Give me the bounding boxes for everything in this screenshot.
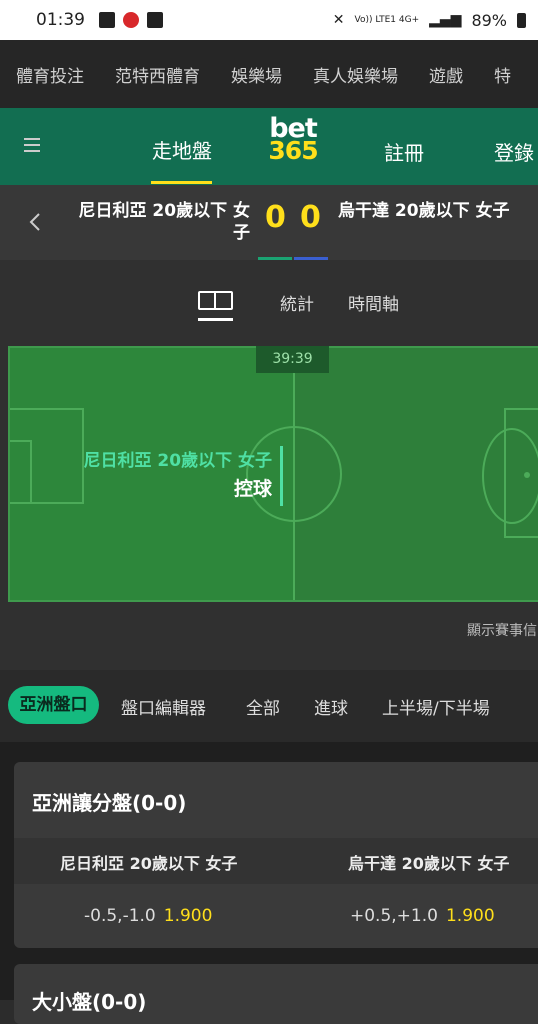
nav-item-games[interactable]: 遊戲 bbox=[429, 62, 463, 87]
home-score: 0 bbox=[265, 200, 286, 235]
home-column-label: 尼日利亞 20歲以下 女子 bbox=[60, 854, 238, 873]
nav-item-sports[interactable]: 體育投注 bbox=[16, 62, 84, 87]
possession-label: 控球 bbox=[233, 478, 272, 500]
tab-timeline[interactable]: 時間軸 bbox=[348, 290, 399, 315]
signal-icon: ▂▄▆ bbox=[429, 12, 462, 28]
tab-stats[interactable]: 統計 bbox=[280, 290, 314, 315]
status-time: 01:39 bbox=[36, 10, 85, 30]
away-handicap-line: +0.5,+1.0 bbox=[350, 906, 438, 926]
pitch-goal-box-left bbox=[10, 440, 32, 504]
away-odds-button[interactable]: +0.5,+1.0 1.900 bbox=[350, 906, 495, 926]
app-notification-icon bbox=[123, 12, 139, 28]
nav-item-fantasy[interactable]: 范特西體育 bbox=[115, 62, 200, 87]
market-tab-goals[interactable]: 進球 bbox=[314, 694, 348, 719]
pitch-penalty-box-right bbox=[504, 408, 538, 538]
football-pitch bbox=[8, 346, 538, 602]
battery-icon bbox=[517, 12, 526, 28]
home-odds-value: 1.900 bbox=[163, 906, 213, 926]
hamburger-menu-icon[interactable] bbox=[24, 138, 40, 152]
back-chevron-icon[interactable] bbox=[28, 212, 42, 232]
asian-handicap-title[interactable]: 亞洲讓分盤(0-0) bbox=[32, 787, 186, 816]
top-navigation: 體育投注 范特西體育 娛樂場 真人娛樂場 遊戲 特 bbox=[0, 40, 538, 108]
nav-live-betting[interactable]: 走地盤 bbox=[152, 135, 212, 164]
logo-text-bottom: 365 bbox=[268, 136, 318, 165]
bet365-logo[interactable]: bet 365 bbox=[262, 115, 324, 165]
login-button[interactable]: 登錄 bbox=[494, 137, 534, 166]
nav-item-live-casino[interactable]: 真人娛樂場 bbox=[313, 62, 398, 87]
market-tab-all[interactable]: 全部 bbox=[246, 694, 280, 719]
market-tab-editor[interactable]: 盤口編輯器 bbox=[121, 694, 206, 719]
active-nav-indicator bbox=[151, 181, 212, 184]
network-indicator: Vo)) LTE1 4G+ bbox=[354, 15, 420, 25]
home-team-name: 尼日利亞 20歲以下 女子 bbox=[78, 201, 251, 243]
show-events-link[interactable]: 顯示賽事信 bbox=[467, 620, 537, 640]
match-timer: 39:39 bbox=[256, 346, 329, 373]
away-team-name: 烏干達 20歲以下 女子 bbox=[338, 201, 510, 221]
battery-text: 89% bbox=[471, 10, 507, 30]
possession-team: 尼日利亞 20歲以下 女子 bbox=[83, 451, 273, 471]
market-tab-asian[interactable]: 亞洲盤口 bbox=[8, 686, 99, 724]
gallery-icon bbox=[99, 12, 115, 28]
away-column-label: 烏干達 20歲以下 女子 bbox=[348, 854, 510, 873]
status-bar: 01:39 ✕ Vo)) LTE1 4G+ ▂▄▆ 89% bbox=[0, 0, 538, 40]
market-tab-halves[interactable]: 上半場/下半場 bbox=[382, 694, 490, 719]
home-odds-button[interactable]: -0.5,-1.0 1.900 bbox=[84, 906, 212, 926]
register-button[interactable]: 註冊 bbox=[384, 137, 424, 166]
pitch-penalty-spot-right bbox=[524, 472, 530, 478]
over-under-title[interactable]: 大小盤(0-0) bbox=[32, 986, 146, 1015]
nav-item-more[interactable]: 特 bbox=[494, 62, 511, 87]
possession-indicator bbox=[280, 446, 283, 506]
nav-item-casino[interactable]: 娛樂場 bbox=[231, 62, 282, 87]
home-handicap-line: -0.5,-1.0 bbox=[84, 906, 156, 926]
away-score: 0 bbox=[300, 200, 321, 235]
away-odds-value: 1.900 bbox=[445, 906, 495, 926]
active-tab-indicator bbox=[198, 318, 233, 321]
mute-icon: ✕ bbox=[332, 12, 345, 28]
check-icon bbox=[147, 12, 163, 28]
pitch-view-icon[interactable] bbox=[198, 291, 233, 310]
